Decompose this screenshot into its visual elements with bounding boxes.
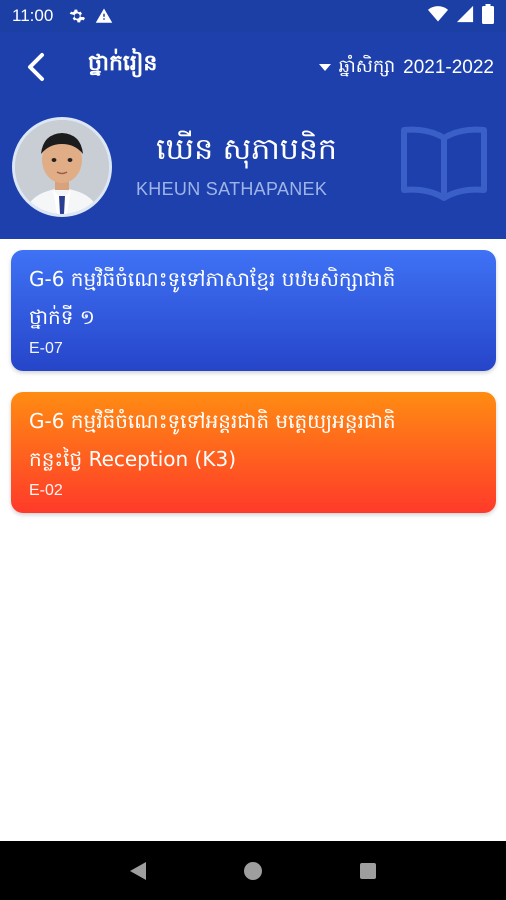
- nav-back-button[interactable]: [118, 851, 158, 891]
- battery-icon: [482, 4, 494, 28]
- page-title: ថ្នាក់រៀន: [88, 51, 158, 76]
- app-bar: ថ្នាក់រៀន ឆ្នាំសិក្សា 2021-2022: [0, 32, 506, 102]
- class-card[interactable]: G-6 កម្មវិធីចំណេះទូទៅភាសាខ្មែរ បឋមសិក្សា…: [11, 250, 496, 371]
- student-name-khmer: ឃើន សុភាបនិក: [156, 132, 337, 167]
- class-list: G-6 កម្មវិធីចំណេះទូទៅភាសាខ្មែរ បឋមសិក្សា…: [0, 239, 506, 841]
- profile-header: ថ្នាក់រៀន ឆ្នាំសិក្សា 2021-2022 ឃើន សុភា…: [0, 32, 506, 239]
- student-name-latin: KHEUN SATHAPANEK: [136, 179, 328, 199]
- class-card[interactable]: G-6 កម្មវិធីចំណេះទូទៅអន្តរជាតិ មត្តេយ្យអ…: [11, 392, 496, 513]
- status-bar: 11:00: [0, 0, 506, 32]
- class-title: G-6 កម្មវិធីចំណេះទូទៅអន្តរជាតិ មត្តេយ្យអ…: [29, 402, 478, 478]
- academic-year-value: 2021-2022: [403, 56, 494, 78]
- class-title-line: G-6 កម្មវិធីចំណេះទូទៅភាសាខ្មែរ បឋមសិក្សា…: [29, 267, 396, 291]
- triangle-back-icon: [129, 861, 146, 880]
- class-title-line: G-6 កម្មវិធីចំណេះទូទៅអន្តរជាតិ មត្តេយ្យអ…: [29, 409, 396, 433]
- nav-home-button[interactable]: [233, 851, 273, 891]
- class-room-code: E-02: [29, 482, 63, 499]
- academic-year-dropdown[interactable]: ឆ្នាំសិក្សា 2021-2022: [318, 54, 494, 81]
- circle-home-icon: [243, 861, 262, 880]
- nav-recents-button[interactable]: [348, 851, 388, 891]
- class-title-line: ថ្នាក់ទី ១: [29, 305, 95, 329]
- back-button[interactable]: [20, 50, 52, 84]
- academic-year-label: ឆ្នាំសិក្សា: [338, 56, 396, 77]
- signal-icon: [456, 5, 474, 27]
- gear-icon: [67, 7, 86, 25]
- avatar: [12, 117, 112, 217]
- book-icon: [398, 124, 490, 202]
- wifi-icon: [428, 5, 448, 27]
- system-nav-bar: [0, 841, 506, 900]
- class-room-code: E-07: [29, 340, 63, 357]
- class-title-line: កន្លះថ្ងៃ Reception (K3): [29, 447, 236, 471]
- alert-icon: [95, 7, 113, 25]
- chevron-left-icon: [28, 53, 44, 81]
- caret-down-icon: [318, 64, 331, 71]
- status-time: 11:00: [12, 6, 54, 25]
- square-recents-icon: [360, 862, 377, 879]
- class-title: G-6 កម្មវិធីចំណេះទូទៅភាសាខ្មែរ បឋមសិក្សា…: [29, 260, 478, 336]
